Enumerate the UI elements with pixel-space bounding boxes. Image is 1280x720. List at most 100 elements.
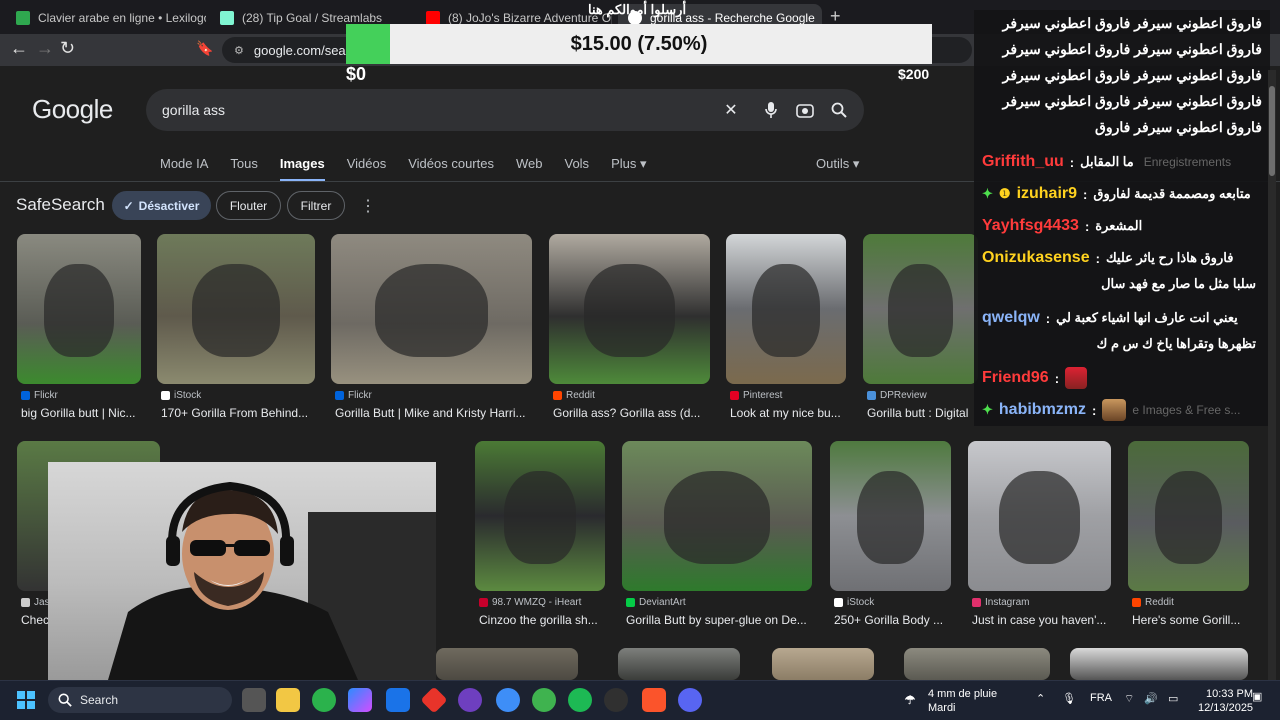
forward-arrow-icon[interactable]: → xyxy=(36,38,54,59)
chat-spam-line: فاروق اعطوني سيرفر فاروق اعطوني سيرفر xyxy=(1002,41,1262,57)
image-thumbnail[interactable] xyxy=(475,441,605,591)
battery-icon[interactable]: ▭ xyxy=(1168,692,1178,705)
tools-menu[interactable]: Outils ▾ xyxy=(816,156,859,172)
chat-username: Yayhfsg4433 xyxy=(982,217,1079,234)
image-title[interactable]: Look at my nice bu... xyxy=(730,406,860,420)
utorrent-icon[interactable] xyxy=(532,688,556,712)
spotify-icon[interactable] xyxy=(568,688,592,712)
chat-separator: : xyxy=(1084,218,1090,234)
weather-widget[interactable]: 4 mm de pluie Mardi xyxy=(928,687,997,715)
image-source[interactable]: 98.7 WMZQ - iHeart xyxy=(479,597,581,608)
taskbar-clock[interactable]: 10:33 PM 12/13/2025 xyxy=(1198,687,1253,715)
chevron-up-icon[interactable]: ⌃ xyxy=(1036,692,1045,705)
volume-icon[interactable]: 🔊 xyxy=(1144,692,1158,705)
image-title[interactable]: Gorilla Butt by super-glue on De... xyxy=(626,613,826,627)
google-logo[interactable]: Google xyxy=(32,94,113,125)
more-options-icon[interactable]: ⋮ xyxy=(360,196,376,216)
image-source[interactable]: Flickr xyxy=(335,390,372,401)
image-title[interactable]: Here's some Gorill... xyxy=(1132,613,1263,627)
gorilla-shape xyxy=(191,264,281,357)
image-thumbnail[interactable] xyxy=(17,234,141,384)
obs-icon[interactable] xyxy=(604,688,628,712)
image-thumbnail[interactable] xyxy=(1128,441,1249,591)
back-arrow-icon[interactable]: ← xyxy=(10,38,28,59)
tab-plus[interactable]: Plus ▾ xyxy=(611,148,646,182)
source-name: Pinterest xyxy=(743,390,783,401)
browser-app-icon[interactable] xyxy=(496,688,520,712)
image-title[interactable]: big Gorilla butt | Nic... xyxy=(21,406,155,420)
lens-camera-icon[interactable] xyxy=(794,99,816,121)
image-source[interactable]: Reddit xyxy=(553,390,595,401)
image-thumbnail[interactable] xyxy=(622,441,812,591)
tab-web[interactable]: Web xyxy=(516,148,543,182)
chat-username: Onizukasense xyxy=(982,249,1090,266)
microphone-icon[interactable] xyxy=(760,99,782,121)
tab-videos[interactable]: Vidéos xyxy=(347,148,387,182)
gorilla-shape xyxy=(375,264,488,357)
windows-start-icon[interactable] xyxy=(14,688,38,712)
image-title[interactable]: 250+ Gorilla Body ... xyxy=(834,613,965,627)
discord-icon[interactable] xyxy=(678,688,702,712)
image-source[interactable]: DeviantArt xyxy=(626,597,686,608)
chat-app-icon[interactable] xyxy=(458,688,482,712)
image-thumbnail[interactable] xyxy=(968,441,1111,591)
scrollbar-thumb[interactable] xyxy=(1269,86,1275,176)
image-thumbnail[interactable] xyxy=(830,441,951,591)
safesearch-blur-chip[interactable]: Flouter xyxy=(216,191,281,220)
gorilla-shape xyxy=(44,264,114,357)
clear-icon[interactable]: ✕ xyxy=(720,99,742,121)
image-thumbnail[interactable] xyxy=(863,234,978,384)
image-thumbnail[interactable] xyxy=(1070,648,1248,680)
chat-text: يعني انت عارف انها اشياء كعبة لي xyxy=(1056,310,1238,325)
image-thumbnail[interactable] xyxy=(772,648,874,680)
image-title[interactable]: Just in case you haven'... xyxy=(972,613,1125,627)
file-explorer-icon[interactable] xyxy=(276,688,300,712)
task-view-icon[interactable] xyxy=(242,688,266,712)
image-source[interactable]: Pinterest xyxy=(730,390,782,401)
notification-icon[interactable]: ▣ xyxy=(1252,690,1262,703)
image-thumbnail[interactable] xyxy=(157,234,315,384)
language-indicator[interactable]: FRA xyxy=(1090,692,1112,704)
image-source[interactable]: Instagram xyxy=(972,597,1029,608)
image-thumbnail[interactable] xyxy=(618,648,740,680)
search-input[interactable] xyxy=(162,100,702,120)
source-name: Reddit xyxy=(566,390,595,401)
safesearch-filter-chip[interactable]: Filtrer xyxy=(287,191,345,220)
image-title[interactable]: Gorilla Butt | Mike and Kristy Harri... xyxy=(335,406,546,420)
store-icon[interactable] xyxy=(386,688,410,712)
wifi-icon[interactable]: ⌔ xyxy=(1124,692,1134,706)
image-title[interactable]: 170+ Gorilla From Behind... xyxy=(161,406,329,420)
safesearch-off-chip[interactable]: ✓ Désactiver xyxy=(112,191,211,220)
reload-icon[interactable]: ↻ xyxy=(60,38,75,59)
browser-tab[interactable]: Clavier arabe en ligne • Lexilogos xyxy=(6,4,206,32)
taskbar-search[interactable]: Search xyxy=(48,687,232,713)
badge-icon: ✦ xyxy=(982,402,993,417)
image-thumbnail[interactable] xyxy=(331,234,532,384)
image-source[interactable]: iStock xyxy=(161,390,201,401)
site-info-icon[interactable]: ⚙ xyxy=(234,44,244,57)
image-source[interactable]: iStock xyxy=(834,597,874,608)
image-title[interactable]: Cinzoo the gorilla sh... xyxy=(479,613,619,627)
tab-mode-ia[interactable]: Mode IA xyxy=(160,148,208,182)
image-thumbnail[interactable] xyxy=(436,648,578,680)
image-thumbnail[interactable] xyxy=(549,234,710,384)
copilot-icon[interactable] xyxy=(348,688,372,712)
tab-vols[interactable]: Vols xyxy=(564,148,589,182)
tab-videos-courtes[interactable]: Vidéos courtes xyxy=(408,148,494,182)
tab-images[interactable]: Images xyxy=(279,148,325,182)
bookmark-icon[interactable]: 🔖 xyxy=(196,40,213,57)
image-source[interactable]: Reddit xyxy=(1132,597,1174,608)
image-thumbnail[interactable] xyxy=(904,648,1050,680)
image-source[interactable]: Jas xyxy=(21,597,50,608)
search-box[interactable]: ✕ xyxy=(146,89,864,131)
image-title[interactable]: Gorilla ass? Gorilla ass (d... xyxy=(553,406,724,420)
brave-icon[interactable] xyxy=(642,688,666,712)
image-thumbnail[interactable] xyxy=(726,234,846,384)
tab-tous[interactable]: Tous xyxy=(230,148,257,182)
search-icon[interactable] xyxy=(828,99,850,121)
weather-icon: ☂ xyxy=(904,693,916,707)
image-source[interactable]: Flickr xyxy=(21,390,58,401)
microphone-icon[interactable]: 🎙 xyxy=(1062,692,1076,705)
xbox-icon[interactable] xyxy=(312,688,336,712)
image-source[interactable]: DPReview xyxy=(867,390,927,401)
